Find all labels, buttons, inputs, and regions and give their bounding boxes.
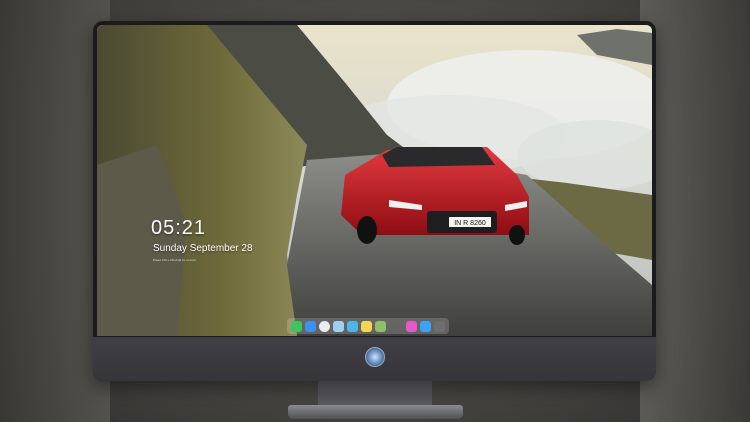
clock-time: 05:21	[151, 217, 207, 239]
background-right-blur	[640, 0, 750, 422]
monitor-chin	[93, 337, 656, 381]
safari-icon[interactable]	[319, 320, 330, 332]
lock-screen[interactable]: IN R 8260 05:21 Sunday September 28 Pres…	[97, 25, 652, 336]
notes-icon[interactable]	[361, 320, 372, 332]
itunes-icon[interactable]	[406, 320, 417, 332]
messages-icon[interactable]	[291, 320, 302, 332]
finder-icon[interactable]	[305, 320, 316, 332]
clock-date: Sunday September 28	[153, 243, 253, 254]
monitor: IN R 8260 05:21 Sunday September 28 Pres…	[93, 21, 656, 381]
car-image: IN R 8260	[341, 147, 529, 245]
clapper-icon[interactable]	[347, 320, 358, 332]
photos-icon[interactable]	[333, 320, 344, 332]
brand-logo-icon	[365, 347, 385, 367]
camera-icon[interactable]	[434, 320, 445, 332]
wallpaper-image: IN R 8260	[97, 25, 652, 336]
appstore-icon[interactable]	[420, 320, 431, 332]
preview-icon[interactable]	[375, 320, 386, 332]
monitor-stand-base	[288, 405, 463, 419]
dock	[287, 318, 449, 334]
svg-text:IN R 8260: IN R 8260	[454, 220, 486, 227]
monitor-stand-neck	[318, 381, 432, 407]
lock-subtitle: Press Ctrl+Alt+Del to unlock	[153, 258, 197, 262]
